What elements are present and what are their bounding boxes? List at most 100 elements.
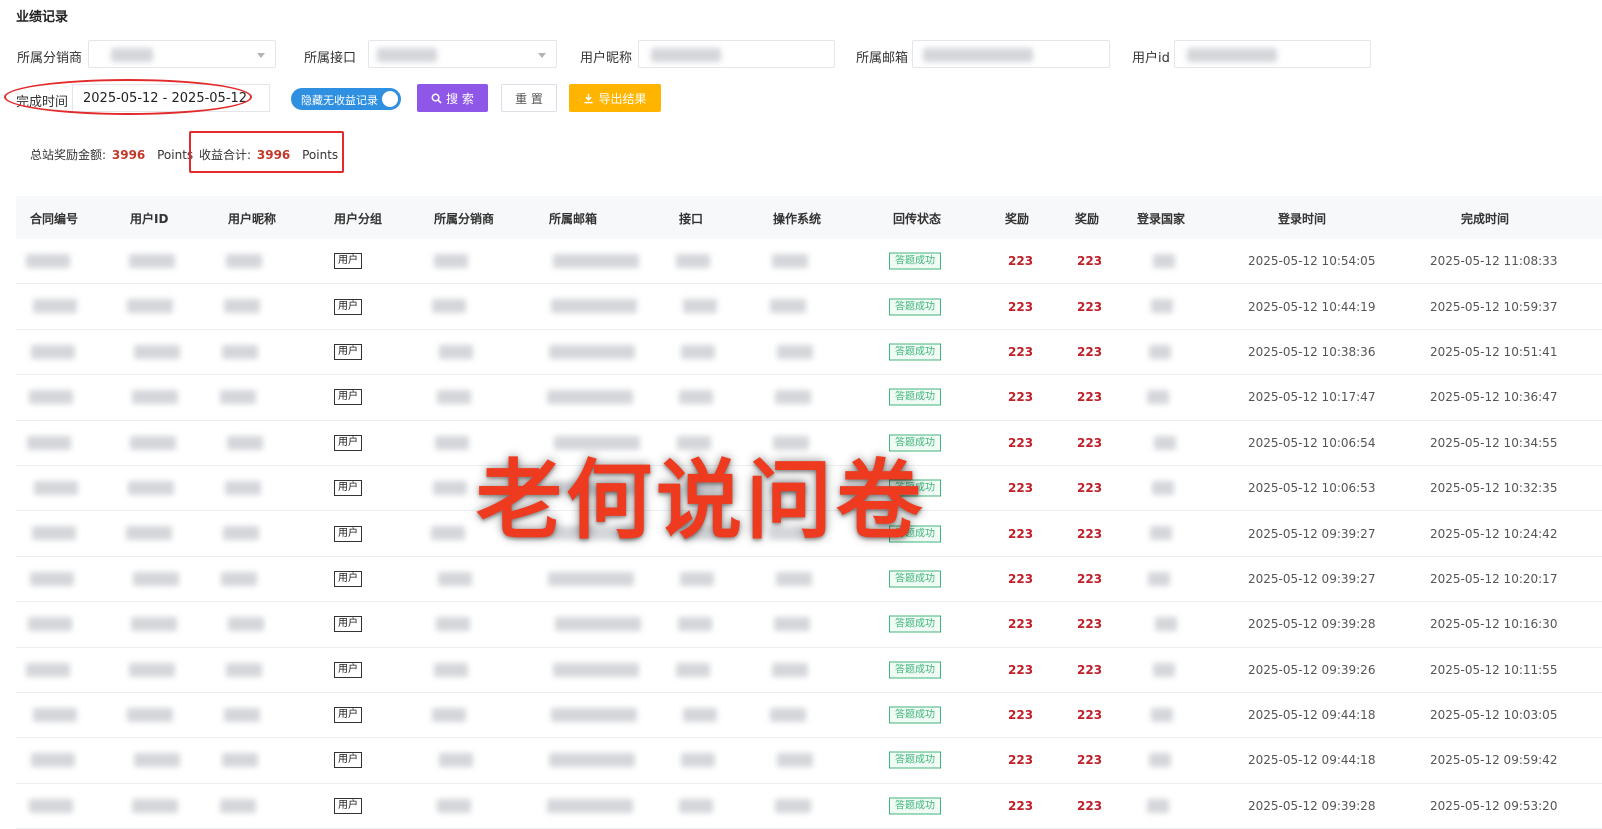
complete-time: 2025-05-12 10:36:47 bbox=[1430, 390, 1558, 405]
column-header[interactable]: 奖励 bbox=[1075, 210, 1099, 227]
column-header[interactable]: 用户昵称 bbox=[228, 210, 276, 227]
user-group-tag: 用户 bbox=[334, 752, 362, 769]
download-icon bbox=[584, 93, 594, 103]
status-badge: 答题成功 bbox=[889, 388, 941, 406]
redacted-cell bbox=[224, 707, 260, 722]
user-group-tag: 用户 bbox=[334, 480, 362, 497]
redacted-cell bbox=[551, 707, 637, 722]
reward-value: 223 bbox=[1077, 571, 1103, 586]
column-header[interactable]: 所属分销商 bbox=[434, 210, 494, 227]
table-row[interactable]: 用户 答题成功 223 223 2025-05-12 10:06:54 2025-05-1… bbox=[16, 421, 1602, 466]
table-row[interactable]: 用户 答题成功 223 223 2025-05-12 09:39:26 2025-05-1… bbox=[16, 648, 1602, 693]
status-badge: 答题成功 bbox=[889, 252, 941, 270]
column-header[interactable]: 奖励 bbox=[1005, 210, 1029, 227]
redacted-cell bbox=[1148, 571, 1170, 586]
table-row[interactable]: 用户 答题成功 223 223 2025-05-12 09:39:28 2025-05-1… bbox=[16, 602, 1602, 648]
redacted-cell bbox=[129, 662, 175, 677]
interface-select[interactable] bbox=[368, 40, 557, 68]
column-header[interactable]: 完成时间 bbox=[1461, 210, 1509, 227]
table-row[interactable]: 用户 答题成功 223 223 2025-05-12 09:39:27 2025-05-1… bbox=[16, 511, 1602, 557]
table-row[interactable]: 用户 答题成功 223 223 2025-05-12 09:39:27 2025-05-1… bbox=[16, 557, 1602, 603]
nickname-input[interactable] bbox=[638, 40, 835, 68]
table-row[interactable]: 用户 答题成功 223 223 2025-05-12 09:39:28 2025-05-1… bbox=[16, 784, 1602, 829]
login-time: 2025-05-12 10:44:19 bbox=[1248, 299, 1376, 314]
hide-no-income-toggle[interactable]: 隐藏无收益记录 bbox=[291, 88, 401, 110]
redacted-cell bbox=[438, 571, 472, 586]
column-header[interactable]: 合同编号 bbox=[30, 210, 78, 227]
redacted-cell bbox=[777, 344, 813, 359]
redacted-cell bbox=[33, 707, 77, 722]
redacted-cell bbox=[432, 299, 466, 314]
total-label: 总站奖励金额: bbox=[30, 148, 107, 162]
table-row[interactable]: 用户 答题成功 223 223 2025-05-12 09:44:18 2025-05-1… bbox=[16, 738, 1602, 784]
search-button[interactable]: 搜 索 bbox=[417, 84, 488, 112]
export-button[interactable]: 导出结果 bbox=[569, 84, 661, 112]
column-header[interactable]: 操作系统 bbox=[773, 210, 821, 227]
column-header[interactable]: 登录时间 bbox=[1278, 210, 1326, 227]
filter-row-2: 完成时间 2025-05-12 - 2025-05-12 隐藏无收益记录 搜 索… bbox=[0, 79, 1602, 115]
toggle-knob bbox=[382, 91, 398, 107]
redacted-cell bbox=[1151, 707, 1173, 722]
login-time: 2025-05-12 10:17:47 bbox=[1248, 390, 1376, 405]
table-row[interactable]: 用户 答题成功 223 223 2025-05-12 09:44:18 2025-05-1… bbox=[16, 693, 1602, 739]
table-row[interactable]: 用户 答题成功 223 223 2025-05-12 10:54:05 2025-05-1… bbox=[16, 239, 1602, 285]
redacted-cell bbox=[222, 753, 258, 768]
email-input[interactable] bbox=[912, 40, 1110, 68]
status-badge: 答题成功 bbox=[889, 706, 941, 724]
user-group-tag: 用户 bbox=[334, 707, 362, 724]
table-row[interactable]: 用户 答题成功 223 223 2025-05-12 10:38:36 2025-05-1… bbox=[16, 330, 1602, 376]
complete-time: 2025-05-12 10:32:35 bbox=[1430, 481, 1558, 496]
reset-button[interactable]: 重 置 bbox=[501, 84, 557, 112]
login-time: 2025-05-12 09:44:18 bbox=[1248, 708, 1376, 723]
redacted-cell bbox=[437, 798, 471, 813]
distributor-label: 所属分销商 bbox=[17, 51, 83, 66]
redacted-cell bbox=[133, 571, 179, 586]
redacted-cell bbox=[34, 480, 78, 495]
userid-input[interactable] bbox=[1174, 40, 1371, 68]
redacted-cell bbox=[551, 299, 637, 314]
redacted-cell bbox=[550, 526, 636, 541]
redacted-cell bbox=[684, 480, 718, 495]
user-group-tag: 用户 bbox=[334, 661, 362, 678]
user-group-tag: 用户 bbox=[334, 570, 362, 587]
column-header[interactable]: 回传状态 bbox=[893, 210, 941, 227]
distributor-select[interactable] bbox=[88, 40, 276, 68]
email-label: 所属邮箱 bbox=[856, 51, 909, 66]
redacted-cell bbox=[771, 480, 807, 495]
reward-value: 223 bbox=[1008, 254, 1034, 269]
redacted-cell bbox=[127, 299, 173, 314]
table-row[interactable]: 用户 答题成功 223 223 2025-05-12 10:44:19 2025-05-1… bbox=[16, 284, 1602, 330]
redacted-cell bbox=[776, 571, 812, 586]
redacted-cell bbox=[223, 526, 259, 541]
redacted-cell bbox=[32, 526, 76, 541]
redacted-cell bbox=[26, 662, 70, 677]
redacted-cell bbox=[29, 390, 73, 405]
column-header[interactable]: 登录国家 bbox=[1137, 210, 1185, 227]
redacted-cell bbox=[683, 299, 717, 314]
complete-time: 2025-05-12 09:53:20 bbox=[1430, 798, 1558, 813]
status-badge: 答题成功 bbox=[889, 298, 941, 316]
redacted-cell bbox=[772, 254, 808, 268]
redacted-cell bbox=[549, 344, 635, 359]
redacted-cell bbox=[678, 617, 712, 632]
redacted-cell bbox=[775, 390, 811, 405]
redacted-cell bbox=[434, 662, 468, 677]
table-row[interactable]: 用户 答题成功 223 223 2025-05-12 10:06:53 2025-05-1… bbox=[16, 466, 1602, 512]
redacted-cell bbox=[221, 571, 257, 586]
column-header[interactable]: 接口 bbox=[679, 210, 703, 227]
redacted-cell bbox=[130, 435, 176, 450]
redacted-cell bbox=[33, 299, 77, 314]
column-header[interactable]: 用户分组 bbox=[334, 210, 382, 227]
redacted-cell bbox=[437, 390, 471, 405]
search-icon bbox=[431, 93, 442, 104]
login-time: 2025-05-12 09:39:26 bbox=[1248, 662, 1376, 677]
login-time: 2025-05-12 09:39:27 bbox=[1248, 571, 1376, 586]
userid-label: 用户id bbox=[1132, 51, 1170, 66]
column-header[interactable]: 用户ID bbox=[130, 210, 168, 227]
table-row[interactable]: 用户 答题成功 223 223 2025-05-12 10:17:47 2025-05-1… bbox=[16, 375, 1602, 421]
redacted-cell bbox=[555, 617, 641, 632]
redacted-cell bbox=[126, 526, 172, 541]
column-header[interactable]: 所属邮箱 bbox=[549, 210, 597, 227]
login-time: 2025-05-12 10:06:53 bbox=[1248, 481, 1376, 496]
redacted-cell bbox=[222, 344, 258, 359]
